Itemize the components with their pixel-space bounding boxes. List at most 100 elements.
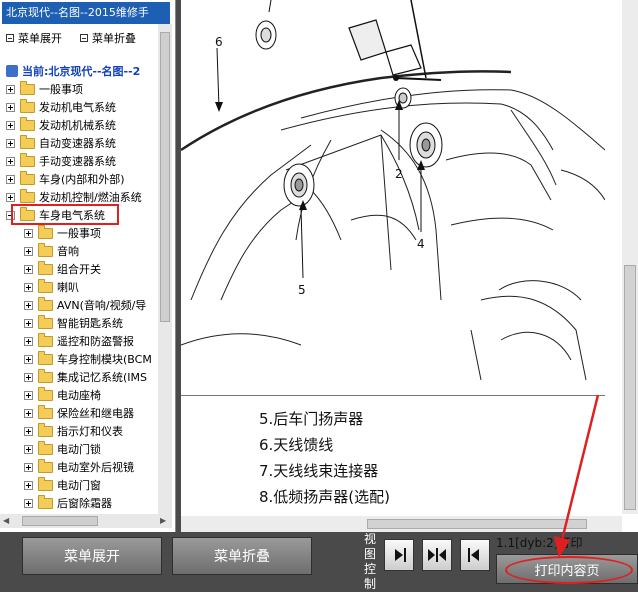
folder-icon (38, 494, 53, 509)
tree-item-label: 集成记忆系统(IMS (57, 371, 148, 384)
tree-subitem[interactable]: 电动座椅 (24, 386, 101, 404)
tree-root-label: 当前:北京现代--名图--2 (22, 65, 141, 78)
caption-line: 7.天线线束连接器 (259, 462, 379, 480)
expand-toggle-icon[interactable] (6, 174, 15, 184)
tree-item-label: 一般事项 (39, 83, 83, 96)
tree-vertical-scrollbar[interactable] (158, 24, 172, 516)
caption-line: 5.后车门扬声器 (259, 410, 364, 428)
annotation-arrow (554, 394, 600, 558)
expand-toggle-icon[interactable] (24, 264, 33, 274)
antenna-cable (181, 70, 512, 152)
scroll-right-icon[interactable]: ▶ (160, 516, 166, 525)
folder-icon (38, 314, 53, 329)
folder-icon (20, 80, 35, 95)
tree-collapse-button[interactable]: 菜单折叠 (80, 30, 136, 46)
expand-toggle-icon[interactable] (24, 408, 33, 418)
tree-subitem[interactable]: 遥控和防盗警报 (24, 332, 134, 350)
tree-subitem[interactable]: 指示灯和仪表 (24, 422, 123, 440)
expand-toggle-icon[interactable] (24, 228, 33, 238)
expand-toggle-icon[interactable] (24, 390, 33, 400)
expand-toggle-icon[interactable] (24, 426, 33, 436)
tree-item-label: 电动座椅 (57, 389, 101, 402)
tree-item-label: 电动门锁 (57, 443, 101, 456)
tree-item[interactable]: 自动变速器系统 (6, 134, 116, 152)
tree-subitem[interactable]: 喇叭 (24, 278, 79, 296)
tree-item-label: 一般事项 (57, 227, 101, 240)
tree-subitem[interactable]: 智能钥匙系统 (24, 314, 123, 332)
expand-toggle-icon[interactable] (24, 354, 33, 364)
tree-item-label: 遥控和防盗警报 (57, 335, 134, 348)
view-split-button[interactable] (422, 539, 452, 571)
expand-toggle-icon[interactable] (24, 462, 33, 472)
expand-toggle-icon[interactable] (24, 372, 33, 382)
expand-toggle-icon[interactable] (24, 318, 33, 328)
expand-toggle-icon[interactable] (24, 246, 33, 256)
scroll-left-icon[interactable]: ◀ (3, 516, 9, 525)
tree-expand-button[interactable]: 菜单展开 (6, 30, 62, 46)
scroll-thumb[interactable] (624, 265, 636, 510)
folder-icon (38, 278, 53, 293)
tree-subitem[interactable]: 电动室外后视镜 (24, 458, 134, 476)
folder-icon (38, 224, 53, 239)
expand-toggle-icon[interactable] (6, 84, 15, 94)
folder-icon (20, 170, 35, 185)
diagram-vertical-scrollbar[interactable] (622, 0, 638, 514)
tree-subitem[interactable]: 一般事项 (24, 224, 101, 242)
expand-toggle-icon[interactable] (6, 120, 15, 130)
tree-subitem[interactable]: 保险丝和继电器 (24, 404, 134, 422)
arrow-right-bar-icon (395, 548, 406, 562)
expand-toggle-icon[interactable] (24, 444, 33, 454)
scroll-thumb[interactable] (22, 516, 98, 526)
selection-highlight-box (11, 204, 119, 225)
expand-toggle-icon[interactable] (6, 192, 15, 202)
expand-toggle-icon[interactable] (24, 300, 33, 310)
tree-item[interactable]: 发动机电气系统 (6, 98, 116, 116)
view-expand-left-button[interactable] (460, 539, 490, 571)
expand-toggle-icon[interactable] (6, 102, 15, 112)
expand-icon (6, 34, 14, 42)
speaker-top (255, 0, 277, 50)
menu-expand-button[interactable]: 菜单展开 (22, 537, 162, 575)
expand-toggle-icon[interactable] (24, 498, 33, 508)
callout-4: 4 (417, 237, 425, 251)
tree-subitem[interactable]: 电动门锁 (24, 440, 101, 458)
tree-item[interactable]: 一般事项 (6, 80, 83, 98)
tree-subitem[interactable]: 音响 (24, 242, 79, 260)
folder-icon (38, 458, 53, 473)
view-expand-right-button[interactable] (384, 539, 414, 571)
tree-subitem[interactable]: 后窗除霜器 (24, 494, 112, 512)
tree-item-label: 后窗除霜器 (57, 497, 112, 510)
tree-subitem[interactable]: 车身控制模块(BCM (24, 350, 152, 368)
tree-root[interactable]: 当前:北京现代--名图--2 (6, 62, 140, 80)
callout-2: 2 (395, 167, 403, 181)
tree-subitem[interactable]: 电动门窗 (24, 476, 101, 494)
expand-toggle-icon[interactable] (24, 282, 33, 292)
folder-icon (20, 152, 35, 167)
tree-item-label: 喇叭 (57, 281, 79, 294)
menu-collapse-button[interactable]: 菜单折叠 (172, 537, 312, 575)
tree-item[interactable]: 发动机机械系统 (6, 116, 116, 134)
scroll-thumb[interactable] (160, 32, 170, 322)
tree-subitem[interactable]: 集成记忆系统(IMS (24, 368, 147, 386)
tree-item[interactable]: 手动变速器系统 (6, 152, 116, 170)
book-icon (6, 65, 18, 77)
expand-toggle-icon[interactable] (24, 480, 33, 490)
expand-toggle-icon[interactable] (24, 336, 33, 346)
tree-item-label: 指示灯和仪表 (57, 425, 123, 438)
expand-toggle-icon[interactable] (6, 156, 15, 166)
tree-subitem[interactable]: 组合开关 (24, 260, 101, 278)
tree-expand-label: 菜单展开 (18, 32, 62, 45)
arrow-left-bar-icon (468, 548, 479, 562)
tree-item-label: 音响 (57, 245, 79, 258)
expand-toggle-icon[interactable] (6, 138, 15, 148)
tree-horizontal-scrollbar[interactable]: ◀ ▶ (0, 514, 172, 528)
folder-icon (38, 332, 53, 347)
tree-item[interactable]: 车身(内部和外部) (6, 170, 125, 188)
tree-subitem[interactable]: AVN(音响/视频/导 (24, 296, 146, 314)
callout-6: 6 (215, 35, 223, 49)
collapse-icon (80, 34, 88, 42)
folder-icon (38, 404, 53, 419)
folder-icon (38, 476, 53, 491)
tree-item-label: 车身控制模块(BCM (57, 353, 152, 366)
annotation-ellipse (505, 556, 633, 584)
